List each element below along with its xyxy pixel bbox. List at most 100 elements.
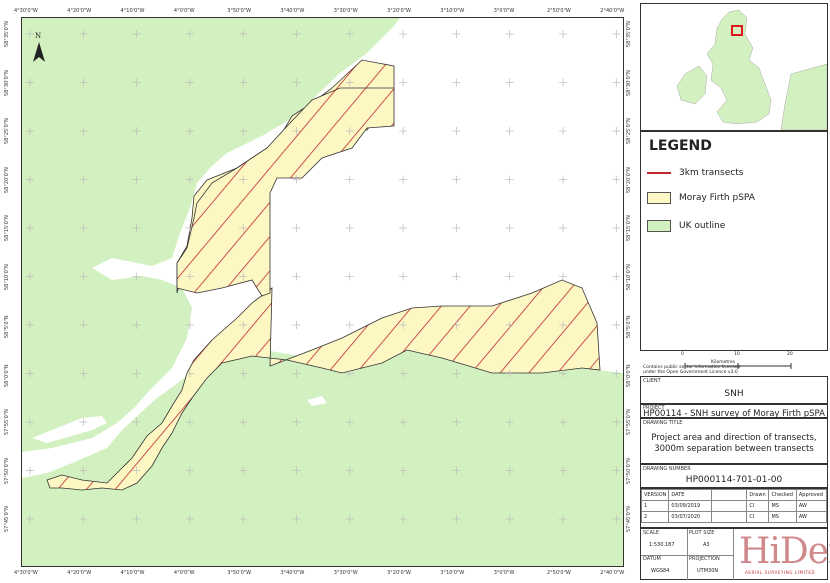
plot-size-label: PLOT SIZE	[689, 530, 715, 536]
longitude-tick-label: 4°0'0"W	[173, 8, 195, 14]
longitude-tick-label: 3°50'0"W	[227, 8, 252, 14]
datum-cell: DATUM WGS84	[641, 555, 688, 580]
scale-tick: 10	[734, 352, 740, 357]
rev-cell: AW	[795, 500, 828, 512]
latitude-tick-label: 58°25'0"N	[626, 118, 632, 144]
legend-item-uk: UK outline	[647, 220, 725, 232]
datum-label: DATUM	[643, 556, 661, 562]
logo-subtitle: AERIAL SURVEYING LIMITED	[745, 570, 816, 575]
latitude-tick-label: 58°0'0"N	[626, 363, 632, 387]
rev-cell: 03/07/2020	[668, 511, 713, 523]
rev-cell: MS	[768, 500, 797, 512]
plot-size-cell: PLOT SIZE A3	[687, 529, 734, 556]
latitude-tick-label: 57°55'0"N	[4, 409, 10, 435]
latitude-tick-label: 57°50'0"N	[4, 457, 10, 484]
revision-header-row: VERSION DATE Drawn Checked Approved	[640, 489, 828, 501]
drawing-title-header: DRAWING TITLE	[643, 420, 683, 426]
pspa-swatch	[647, 192, 671, 204]
legend-label: UK outline	[679, 221, 726, 231]
transect-line-swatch	[647, 172, 671, 174]
rev-col-checked: Checked	[768, 489, 797, 501]
drawing-number-header: DRAWING NUMBER	[643, 466, 691, 472]
longitude-tick-label: 3°10'0"W	[440, 570, 465, 576]
rev-cell: 1	[640, 500, 670, 512]
longitude-tick-label: 3°30'0"W	[333, 8, 358, 14]
longitude-tick-label: 2°40'0"W	[600, 8, 625, 14]
attribution: 0 10 20 Kilometres Contains public secto…	[641, 352, 827, 376]
latitude-tick-label: 58°35'0"N	[4, 21, 10, 47]
latitude-tick-label: 58°10'0"N	[4, 263, 10, 290]
legend-item-pspa: Moray Firth pSPA	[647, 192, 755, 204]
longitude-tick-label: 4°10'0"W	[120, 8, 145, 14]
longitude-tick-label: 3°20'0"W	[387, 8, 411, 14]
latitude-tick-label: 58°25'0"N	[4, 118, 10, 144]
latitude-tick-label: 57°55'0"N	[626, 409, 632, 435]
rev-cell	[711, 500, 748, 512]
longitude-tick-label: 3°0'0"W	[493, 570, 515, 576]
legend-label: Moray Firth pSPA	[679, 193, 755, 203]
drawing-title: Project area and direction of transects,…	[651, 433, 817, 454]
longitude-tick-label: 2°40'0"W	[600, 570, 625, 576]
table-row: 1 03/09/2019 CI MS AW	[640, 500, 828, 512]
hidef-logo: HiDef AERIAL SURVEYING LIMITED	[735, 529, 830, 579]
longitude-tick-label: 2°50'0"W	[547, 8, 571, 14]
longitude-tick-label: 4°20'0"W	[67, 570, 92, 576]
longitude-tick-label: 3°30'0"W	[333, 570, 358, 576]
latitude-tick-label: 58°15'0"N	[626, 215, 632, 241]
client-block: CLIENT SNH	[640, 376, 828, 404]
rev-col-date: DATE	[668, 489, 713, 501]
latitude-tick-label: 58°20'0"N	[4, 166, 10, 193]
longitude-tick-label: 3°0'0"W	[493, 8, 515, 14]
legend-panel: LEGEND 3km transects Moray Firth pSPA UK…	[640, 131, 828, 369]
latitude-tick-label: 58°10'0"N	[626, 263, 632, 290]
rev-cell: CI	[746, 511, 770, 523]
scale-label: SCALE	[643, 530, 660, 536]
rev-cell: 2	[640, 511, 670, 523]
rev-col-drawn: Drawn	[746, 489, 770, 501]
rev-cell: MS	[768, 511, 797, 523]
legend-label: 3km transects	[679, 168, 744, 178]
inset-map	[640, 3, 828, 131]
uk-swatch	[647, 220, 671, 232]
datum-value: WGS84	[651, 568, 670, 574]
project-block: PROJECT HP00114 - SNH survey of Moray Fi…	[640, 404, 828, 419]
longitude-tick-label: 3°10'0"W	[440, 8, 465, 14]
drawing-number-block: DRAWING NUMBER HP000114-701-01-00	[640, 464, 828, 488]
longitude-tick-label: 3°40'0"W	[280, 8, 305, 14]
drawing-title-block: DRAWING TITLE Project area and direction…	[640, 418, 828, 464]
drawing-number: HP000114-701-01-00	[685, 475, 783, 485]
longitude-tick-label: 4°20'0"W	[67, 8, 92, 14]
latitude-tick-label: 58°5'0"N	[4, 315, 10, 338]
longitude-tick-label: 3°20'0"W	[387, 570, 411, 576]
north-label: N	[35, 32, 41, 40]
legend-item-transects: 3km transects	[647, 168, 743, 178]
longitude-tick-label: 4°0'0"W	[173, 570, 195, 576]
logo-wordmark: HiDef	[739, 531, 830, 572]
footer-block: SCALE 1:530,187 PLOT SIZE A3 DATUM WGS84…	[640, 528, 830, 580]
latitude-tick-label: 58°35'0"N	[626, 21, 632, 47]
latitude-tick-label: 58°0'0"N	[4, 363, 10, 387]
rev-col-approved: Approved	[795, 489, 828, 501]
latitude-tick-label: 57°45'0"N	[4, 506, 10, 532]
client-name: SNH	[724, 389, 744, 399]
latitude-tick-label: 58°30'0"N	[626, 69, 632, 96]
rev-cell: AW	[795, 511, 828, 523]
table-row: 2 03/07/2020 CI MS AW	[640, 511, 828, 523]
projection-cell: PROJECTION UTM30N	[687, 555, 734, 580]
projection-value: UTM30N	[697, 568, 719, 574]
scale-value: 1:530,187	[649, 542, 675, 548]
revision-table: VERSION DATE Drawn Checked Approved 1 03…	[640, 488, 828, 528]
main-map[interactable]: N	[21, 17, 624, 567]
client-header: CLIENT	[643, 378, 661, 384]
scale-tick: 20	[787, 352, 793, 357]
latitude-tick-label: 57°50'0"N	[626, 457, 632, 484]
map-canvas: N	[22, 18, 623, 566]
latitude-tick-label: 58°20'0"N	[626, 166, 632, 193]
longitude-tick-label: 4°30'0"W	[14, 8, 38, 14]
longitude-tick-label: 3°40'0"W	[280, 570, 305, 576]
scale-cell: SCALE 1:530,187	[641, 529, 688, 556]
rev-col-desc	[711, 489, 748, 501]
rev-cell: 03/09/2019	[668, 500, 713, 512]
latitude-tick-label: 58°5'0"N	[626, 315, 632, 338]
latitude-tick-label: 57°45'0"N	[626, 506, 632, 532]
